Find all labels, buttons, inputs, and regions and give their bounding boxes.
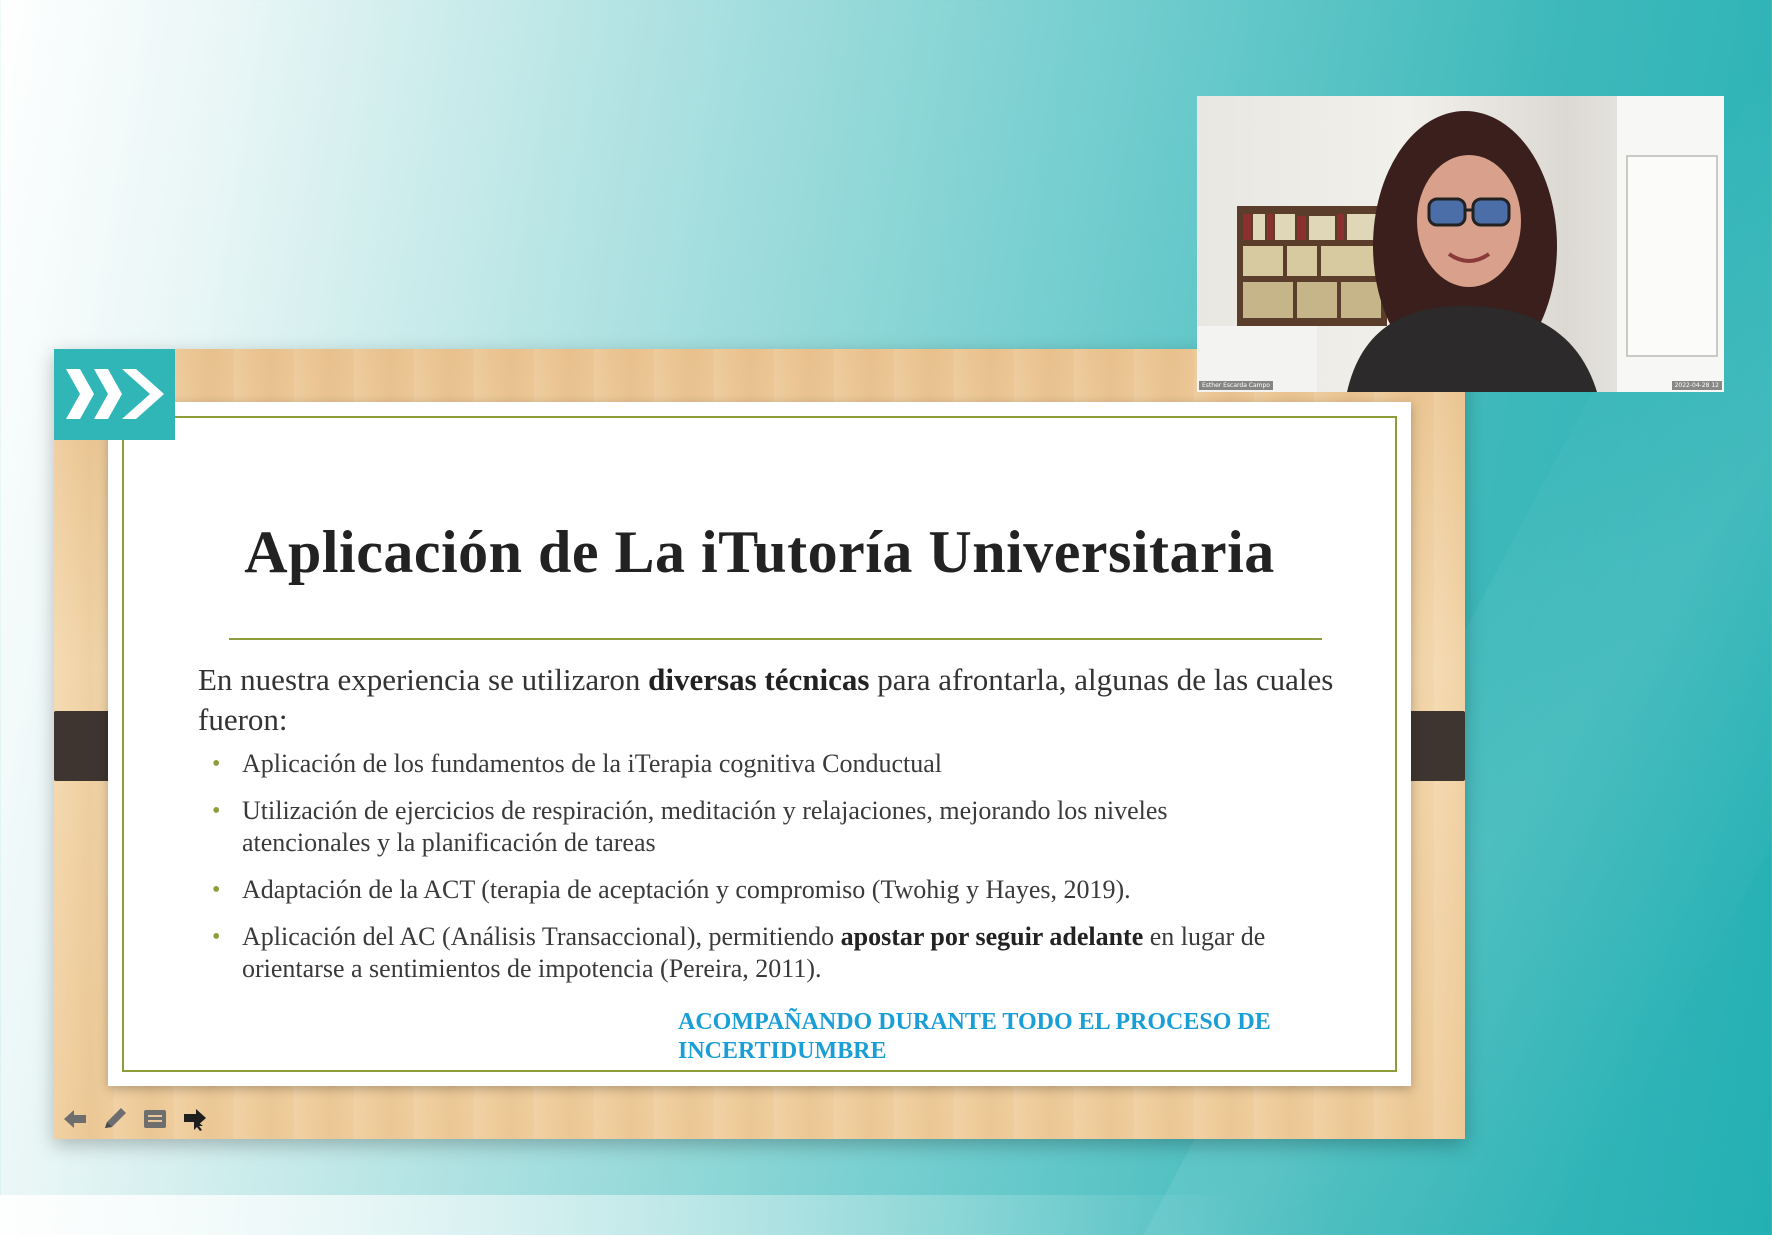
bullet-dot-icon: • [212,798,221,824]
notes-icon[interactable] [140,1105,170,1133]
pen-icon[interactable] [100,1105,130,1133]
bullet-item: • Utilización de ejercicios de respiraci… [212,795,1292,859]
presentation-slide: Aplicación de La iTutoría Universitaria … [54,349,1465,1139]
bullet-text: Adaptación de la ACT (terapia de aceptac… [242,875,1131,904]
slide-paper: Aplicación de La iTutoría Universitaria … [108,402,1411,1086]
bullet-text-start: Aplicación del AC (Análisis Transacciona… [242,922,841,951]
paper-border: Aplicación de La iTutoría Universitaria … [122,416,1397,1072]
slide-title: Aplicación de La iTutoría Universitaria [244,519,1275,585]
webcam-timestamp: 2022-04-28 12 [1671,381,1722,390]
highlight-message: ACOMPAÑANDO DURANTE TODO EL PROCESO DE I… [678,1009,1271,1064]
intro-emphasis: diversas técnicas [648,662,870,697]
bullet-text: Utilización de ejercicios de respiración… [242,796,1168,857]
webcam-name-label: Esther Escarda Campo [1199,381,1273,390]
bullet-dot-icon: • [212,924,221,950]
bullet-dot-icon: • [212,877,221,903]
arrow-right-icon[interactable] [180,1105,210,1133]
bullet-text: Aplicación de los fundamentos de la iTer… [242,749,942,778]
presentation-logo [54,349,175,440]
webcam-feed: Esther Escarda Campo 2022-04-28 12 [1197,96,1724,392]
bullet-emphasis: apostar por seguir adelante [840,922,1144,951]
webcam-image [1197,96,1724,392]
intro-text-start: En nuestra experiencia se utilizaron [198,662,649,697]
bullet-item: • Adaptación de la ACT (terapia de acept… [212,874,1292,906]
bullet-item: • Aplicación de los fundamentos de la iT… [212,748,1292,780]
title-divider [229,638,1322,640]
bullet-item: • Aplicación del AC (Análisis Transaccio… [212,921,1292,985]
bullet-list: • Aplicación de los fundamentos de la iT… [212,748,1292,1000]
bullet-dot-icon: • [212,751,221,777]
arrow-left-icon[interactable] [60,1105,90,1133]
intro-paragraph: En nuestra experiencia se utilizaron div… [198,660,1358,740]
background-fade [0,1195,1772,1235]
slide-toolbar [60,1105,210,1133]
